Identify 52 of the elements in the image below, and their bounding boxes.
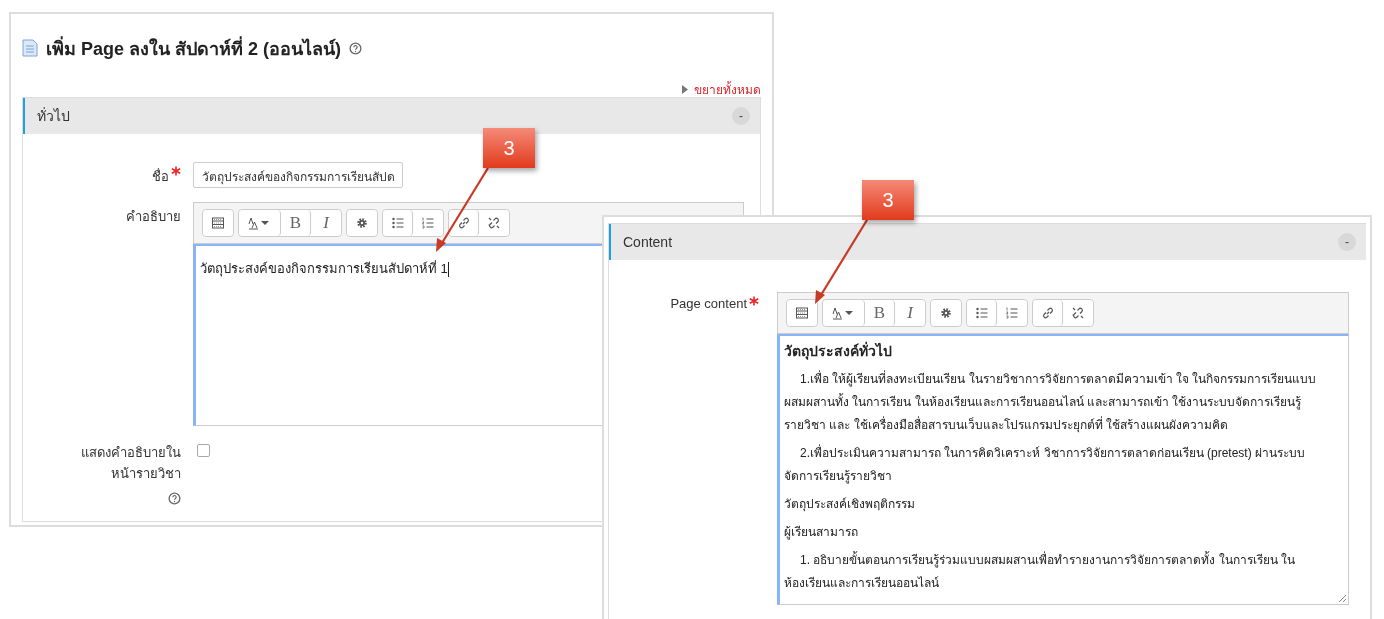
required-icon [171,166,181,176]
table-button[interactable] [787,300,817,326]
content-paragraph: 1.เพื่อ ให้ผู้เรียนที่ลงทะเบียนเรียน ในรายวิชาการวิจัยการตลาดมีความเข้า ใจ ในกิจกรรมการเรียนแบบผสมผสานทั้ง ในการเรียน ในห้องเรียนและการเรียนออนไลน์ และสามารถเข้า ใช้งานระบบจัดการเรียนรู้รายวิชา และ ใช้เครื่องมือสื่อสารบนเว็บและโปรแกรมประยุกต์ที่ ใช้สร้างแผนผังความคิด [784,369,1318,435]
field-label: ชื่อ [152,167,169,186]
link-button[interactable] [1033,300,1063,326]
step-callout: 3 [862,180,914,220]
collapse-button[interactable]: - [732,107,750,125]
link-icon [456,216,471,230]
content-paragraph: ผู้เรียนสามารถ [784,524,859,542]
resize-grip-icon[interactable] [1338,594,1346,602]
step-callout: 3 [483,128,535,168]
table-icon [795,306,809,320]
settings-icon [939,306,953,320]
expand-all-link[interactable]: ขยายทั้งหมด [694,79,761,99]
unlink-icon [1071,306,1085,320]
bullet-list-icon [390,216,405,230]
font-size-icon [831,306,856,320]
document-icon [22,39,38,57]
caret-icon [682,84,688,94]
checkbox[interactable] [197,444,210,457]
bullet-list-icon [974,306,989,320]
link-icon [1040,306,1055,320]
collapse-button[interactable]: - [1338,233,1356,251]
content-paragraph: 2.เพื่อประเมินความสามารถ ในการคิดวิเคราะห์ วิชาการวิจัยการตลาดก่อนเรียน (pretest) ผ่านระบบจัดการเรียนรู้รายวิชา [784,443,1307,486]
content-heading: วัตถุประสงค์ทั่วไป [784,340,893,362]
required-icon [749,296,759,306]
help-icon[interactable] [349,41,363,55]
field-label: Page content [670,296,747,311]
page-title: เพิ่ม Page ลงใน สัปดาห์ที่ 2 (ออนไลน์) [46,35,342,61]
content-paragraph: 1. อธิบายขั้นตอนการเรียนรู้ร่วมแบบผสมผสานเพื่อทำรายงานการวิจัยการตลาดทั้ง ในการเรียน ในห้องเรียนและการเรียนออนไลน์ [784,550,1296,592]
field-label: คำอธิบาย [126,208,181,226]
settings-button[interactable] [931,300,961,326]
table-icon [211,216,225,230]
font-size-button[interactable] [823,300,865,326]
font-size-icon [247,216,272,230]
unlink-icon [487,216,501,230]
content-editor[interactable] [777,334,1349,605]
settings-button[interactable] [347,210,377,236]
field-label: แสดงคำอธิบายในหน้ารายวิชา [80,444,181,483]
help-icon[interactable] [168,492,181,505]
section-title: Content [623,234,673,250]
name-field[interactable]: วัตถุประสงค์ของกิจกรรมการเรียนสัปด [193,162,403,188]
settings-icon [355,216,369,230]
numbered-list-icon [421,216,435,230]
numbered-list-icon [1005,306,1019,320]
table-button[interactable] [203,210,233,236]
section-header[interactable]: ทั่วไป - [23,98,760,134]
content-paragraph: วัตถุประสงค์เชิงพฤติกรรม [784,496,916,514]
font-size-button[interactable] [239,210,281,236]
section-title: ทั่วไป [37,106,70,126]
link-button[interactable] [449,210,479,236]
section-header[interactable]: Content - [609,224,1366,260]
